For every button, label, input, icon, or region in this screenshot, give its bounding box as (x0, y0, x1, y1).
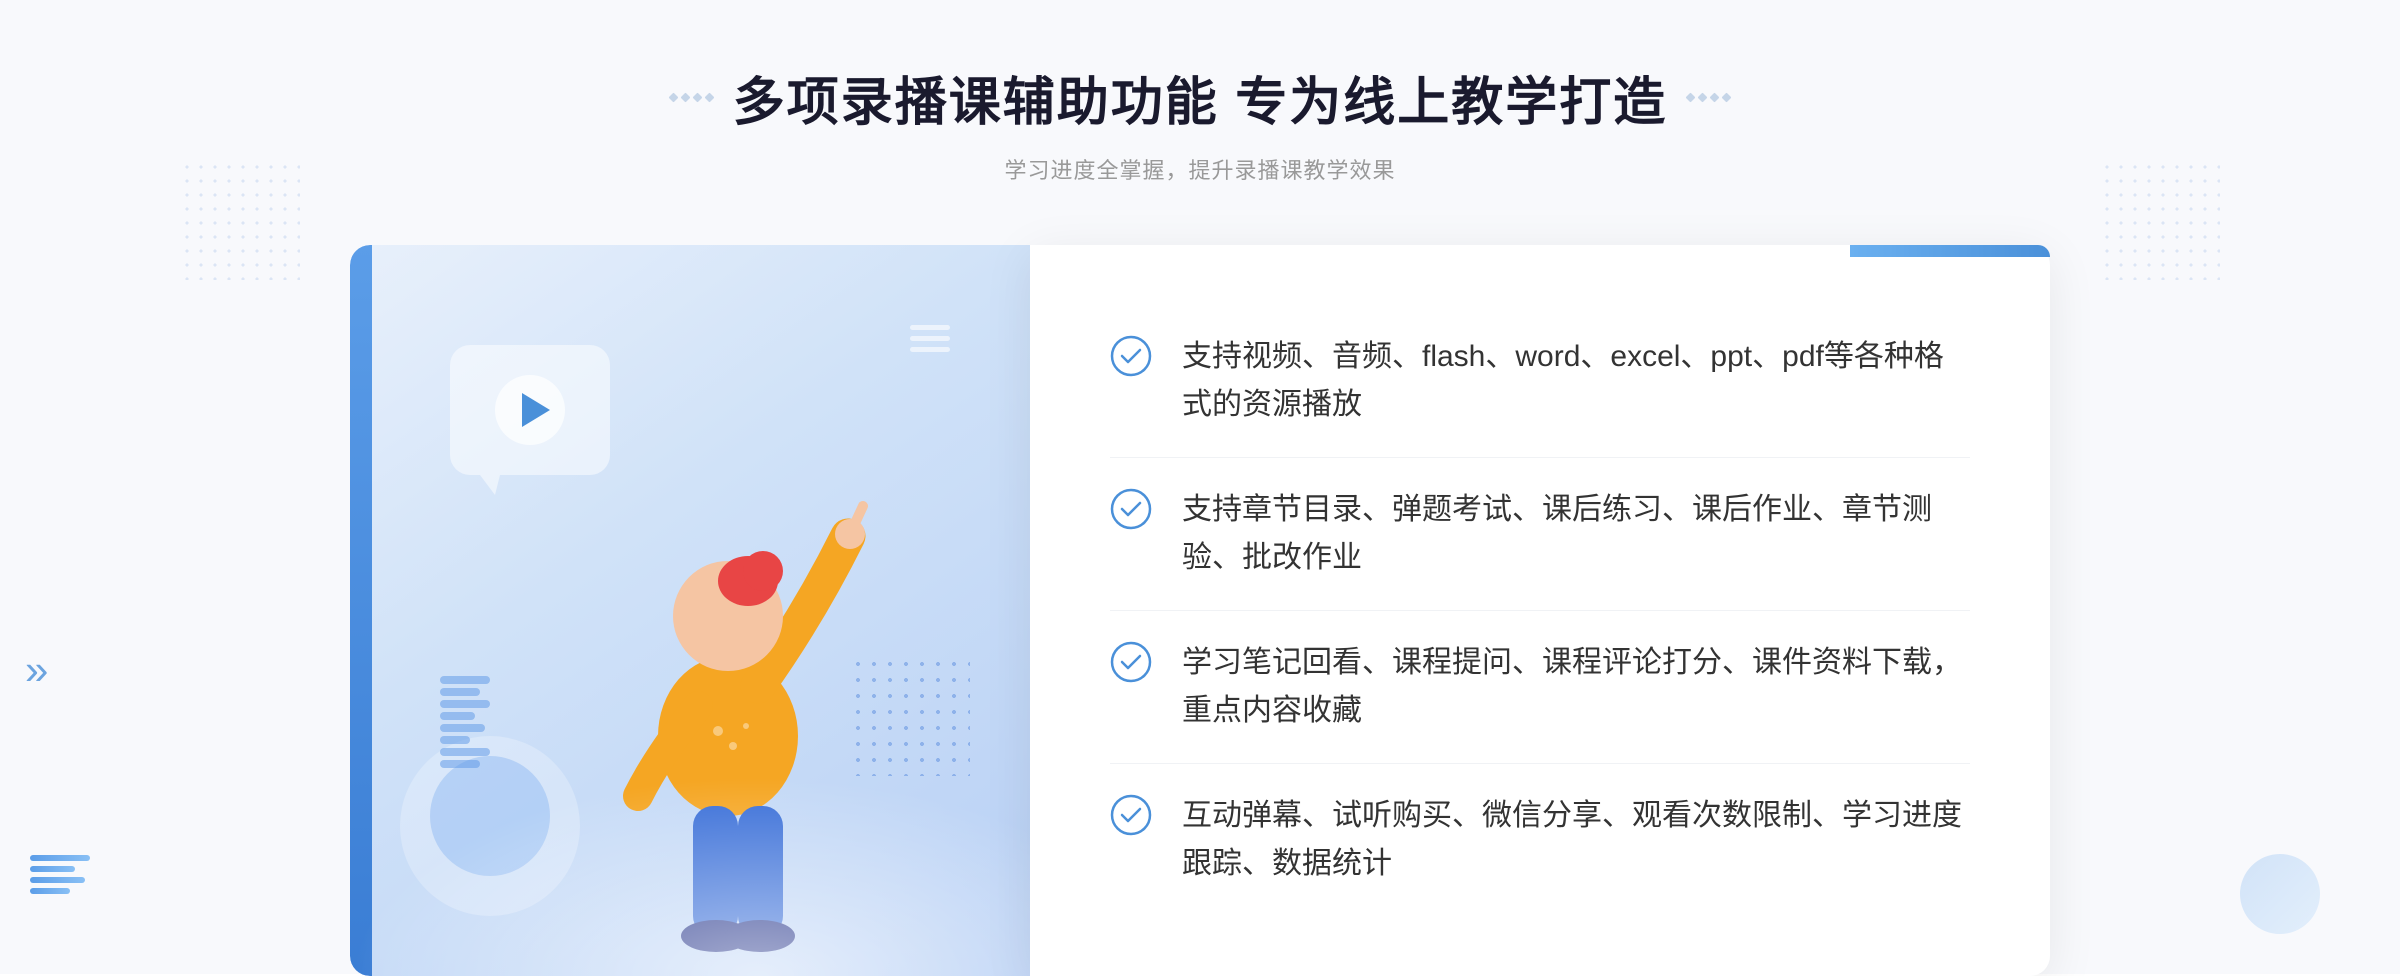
stripe-decoration (440, 676, 490, 776)
features-panel: 支持视频、音频、flash、word、excel、ppt、pdf等各种格式的资源… (1030, 245, 2050, 976)
check-icon-3 (1110, 641, 1152, 683)
stripe-bar (440, 748, 490, 756)
stripe-bar (440, 724, 485, 732)
check-icon-1 (1110, 335, 1152, 377)
bottom-right-decoration (2240, 854, 2320, 934)
light-effect (350, 776, 1030, 976)
title-dot (1698, 93, 1708, 103)
feature-text-4: 互动弹幕、试听购买、微信分享、观看次数限制、学习进度跟踪、数据统计 (1182, 792, 1970, 888)
title-dots-right (1687, 94, 1730, 101)
stripe-bar (440, 712, 475, 720)
deco-bar (30, 877, 85, 883)
feature-item-2: 支持章节目录、弹题考试、课后练习、课后作业、章节测验、批改作业 (1110, 458, 1970, 611)
feature-item-1: 支持视频、音频、flash、word、excel、ppt、pdf等各种格式的资源… (1110, 305, 1970, 458)
check-icon-2 (1110, 488, 1152, 530)
header-section: 多项录播课辅助功能 专为线上教学打造 学习进度全掌握，提升录播课教学效果 (670, 60, 1730, 185)
illus-line (910, 347, 950, 352)
stripe-bar (440, 688, 480, 696)
title-dot (692, 93, 702, 103)
feature-item-4: 互动弹幕、试听购买、微信分享、观看次数限制、学习进度跟踪、数据统计 (1110, 764, 1970, 916)
title-dot (1710, 93, 1720, 103)
title-dot (1686, 93, 1696, 103)
feature-text-3: 学习笔记回看、课程提问、课程评论打分、课件资料下载，重点内容收藏 (1182, 639, 1970, 735)
dot-pattern-top-right (2100, 160, 2220, 280)
title-dot (704, 93, 714, 103)
illus-line (910, 325, 950, 330)
illustration-panel (350, 245, 1030, 976)
title-dots-left (670, 94, 713, 101)
feature-text-2: 支持章节目录、弹题考试、课后练习、课后作业、章节测验、批改作业 (1182, 486, 1970, 582)
deco-bar (30, 855, 90, 861)
chevron-left-decoration: » (25, 646, 48, 694)
illustration-lines (910, 325, 950, 352)
title-dot (680, 93, 690, 103)
page-title: 多项录播课辅助功能 专为线上教学打造 (733, 60, 1667, 135)
feature-item-3: 学习笔记回看、课程提问、课程评论打分、课件资料下载，重点内容收藏 (1110, 611, 1970, 764)
title-dot (668, 93, 678, 103)
stripe-bar (440, 700, 490, 708)
page-subtitle: 学习进度全掌握，提升录播课教学效果 (670, 153, 1730, 185)
deco-bar (30, 888, 70, 894)
feature-text-1: 支持视频、音频、flash、word、excel、ppt、pdf等各种格式的资源… (1182, 333, 1970, 429)
dot-pattern-top-left (180, 160, 300, 280)
title-row: 多项录播课辅助功能 专为线上教学打造 (670, 60, 1730, 135)
stripe-bar (440, 736, 470, 744)
illus-line (910, 336, 950, 341)
bottom-left-decoration (30, 855, 90, 894)
top-decoration (1850, 245, 2050, 257)
main-content: 支持视频、音频、flash、word、excel、ppt、pdf等各种格式的资源… (350, 245, 2050, 976)
page-container: 多项录播课辅助功能 专为线上教学打造 学习进度全掌握，提升录播课教学效果 (0, 0, 2400, 974)
title-dot (1722, 93, 1732, 103)
stripe-bar (440, 760, 480, 768)
check-icon-4 (1110, 794, 1152, 836)
deco-bar (30, 866, 75, 872)
stripe-bar (440, 676, 490, 684)
